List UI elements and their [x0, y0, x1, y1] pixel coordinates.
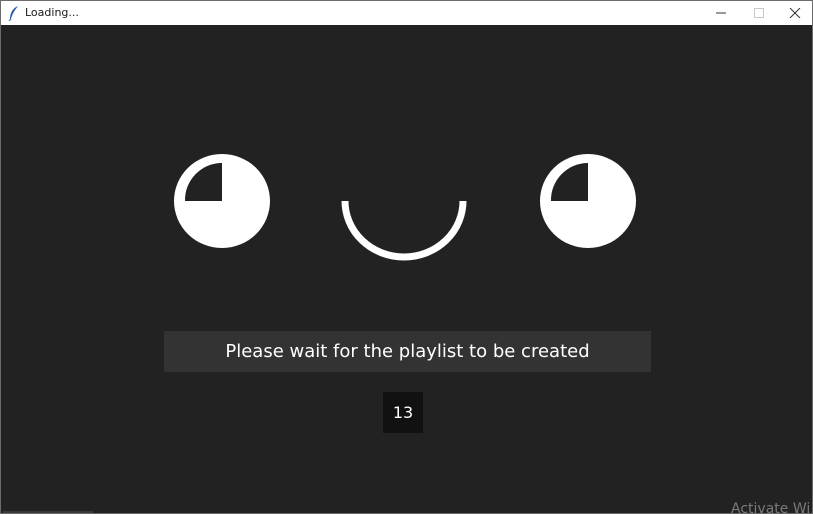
title-bar[interactable]: Loading... — [1, 1, 812, 25]
right-eye-icon — [540, 154, 636, 248]
activation-watermark: Activate Wi — [731, 501, 811, 514]
minimize-icon — [716, 12, 726, 14]
feather-icon — [7, 5, 21, 22]
left-eye-icon — [174, 154, 270, 248]
countdown-box: 13 — [383, 392, 423, 433]
status-message: Please wait for the playlist to be creat… — [225, 341, 590, 362]
countdown-value: 13 — [392, 403, 414, 422]
close-button[interactable] — [775, 1, 812, 25]
window-title: Loading... — [25, 6, 79, 19]
maximize-icon — [754, 8, 764, 18]
smile-icon — [341, 200, 467, 261]
status-message-box: Please wait for the playlist to be creat… — [164, 331, 651, 372]
close-icon — [789, 8, 801, 18]
maximize-button[interactable] — [739, 1, 777, 25]
loading-window: Loading... Please wait for the playlist … — [0, 0, 813, 514]
loading-canvas: Please wait for the playlist to be creat… — [1, 25, 812, 513]
status-strip — [3, 511, 93, 513]
minimize-button[interactable] — [701, 1, 739, 25]
